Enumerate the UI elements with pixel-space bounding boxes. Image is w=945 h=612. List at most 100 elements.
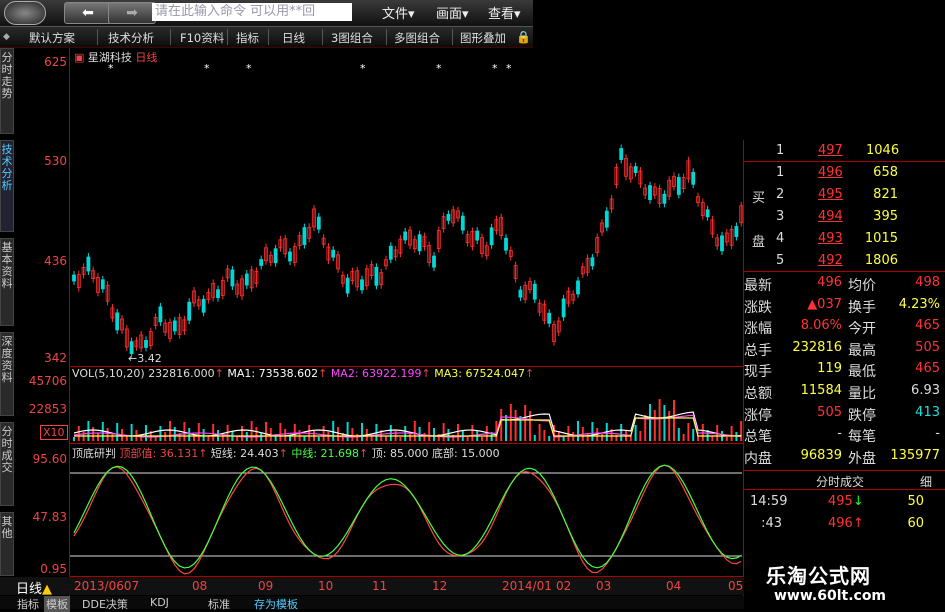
candle-body xyxy=(662,193,667,204)
volume-bar xyxy=(356,434,359,441)
menu-view[interactable]: 查看▾ xyxy=(488,3,521,22)
menu-screen[interactable]: 画面▾ xyxy=(436,3,469,22)
volume-bar xyxy=(481,437,483,441)
stat-label: 均价 xyxy=(848,278,876,294)
volume-bar xyxy=(212,424,215,441)
tb-daily[interactable]: 日线 xyxy=(282,30,305,46)
stat-value: 505 xyxy=(915,339,940,355)
back-button[interactable]: ⬅ xyxy=(64,2,112,24)
right-arrow-icon: ➡ xyxy=(126,5,138,21)
tab-other[interactable]: 其他 xyxy=(0,512,14,576)
volume-bar xyxy=(629,436,632,441)
candle-body xyxy=(302,227,307,246)
event-marker-icon[interactable]: * xyxy=(204,62,210,75)
trade-vol: 50 xyxy=(907,494,924,509)
volume-bar xyxy=(97,433,99,441)
tb-indicator[interactable]: 指标 xyxy=(236,30,259,46)
volume-bar xyxy=(505,415,507,441)
event-marker-icon[interactable]: * xyxy=(246,62,252,75)
volume-bar xyxy=(639,431,642,441)
forward-button[interactable]: ➡ xyxy=(108,2,156,24)
buy-price: 492 xyxy=(818,253,843,268)
kline-chart[interactable]: * * * * * * * xyxy=(70,48,745,596)
tb-default-scheme[interactable]: 默认方案 xyxy=(29,30,75,46)
volume-bar xyxy=(77,426,80,441)
app-logo-icon[interactable] xyxy=(4,1,46,25)
candle-body xyxy=(172,320,177,332)
candle-body xyxy=(648,185,652,200)
stat-label: 每笔 xyxy=(848,429,876,446)
volume-bar xyxy=(284,429,287,441)
volume-bar xyxy=(442,423,445,441)
stat-value: 232816 xyxy=(792,339,842,355)
stat-value: 11584 xyxy=(800,383,842,398)
stat-label: 换手 xyxy=(848,299,876,316)
collapse-icon[interactable]: ◆ xyxy=(3,32,10,42)
stat-label: 最高 xyxy=(848,342,876,359)
volume-bar xyxy=(145,425,147,441)
tb-f10[interactable]: F10资料 xyxy=(180,30,224,46)
event-marker-icon[interactable]: * xyxy=(492,62,498,75)
buy-vol: 395 xyxy=(873,209,898,224)
volume-bar xyxy=(673,400,675,441)
trade-time: :43 xyxy=(761,516,782,531)
volume-bar xyxy=(634,425,637,441)
command-input[interactable]: 请在此输入命令 可以用**回 xyxy=(152,3,352,21)
menu-file[interactable]: 文件▾ xyxy=(382,3,415,22)
buy-vol: 658 xyxy=(873,165,898,180)
btab-save-template[interactable]: 存为模板 xyxy=(254,596,298,612)
candle-body xyxy=(417,234,422,252)
candle-body xyxy=(259,259,264,266)
candle-body xyxy=(547,312,552,324)
candle-body xyxy=(705,209,710,218)
event-marker-icon[interactable]: * xyxy=(436,62,442,75)
volume-bar xyxy=(92,427,95,441)
period-label[interactable]: 日线▲ xyxy=(16,578,52,597)
tb-3chart[interactable]: 3图组合 xyxy=(331,30,373,46)
btab-dde[interactable]: DDE决策 xyxy=(82,596,128,612)
x-date-label: 03 xyxy=(596,579,612,593)
volume-bar xyxy=(514,410,517,441)
candle-body xyxy=(244,273,249,286)
function-toolbar: ◆ 默认方案 技术分析 F10资料 指标 日线 3图组合 多图组合 图形叠加 🔒 xyxy=(0,27,533,48)
volume-bar xyxy=(471,425,474,441)
x-date-label: 09 xyxy=(258,579,274,593)
volume-bar xyxy=(725,437,728,441)
tab-trades[interactable]: 分时成交 xyxy=(0,422,14,506)
volume-bar xyxy=(241,426,243,441)
btab-indicator[interactable]: 指标 xyxy=(17,596,39,612)
btab-kdj[interactable]: KDJ xyxy=(150,596,169,609)
stat-label: 最新 xyxy=(744,278,772,294)
watermark-banner: 乐淘公式网 www.60lt.com xyxy=(750,556,945,609)
volume-bar xyxy=(303,436,306,441)
volume-bar xyxy=(682,434,685,441)
volume-bar xyxy=(332,421,335,441)
tb-multichart[interactable]: 多图组合 xyxy=(394,30,440,46)
lock-icon[interactable]: 🔒 xyxy=(516,30,531,44)
volume-bar xyxy=(466,436,469,441)
volume-bar xyxy=(658,399,661,441)
stat-value: 4.23% xyxy=(898,296,940,312)
tab-basic-info[interactable]: 基本资料 xyxy=(0,238,14,326)
tab-tech-analysis[interactable]: 技术分析 xyxy=(0,140,14,232)
buy-vol: 821 xyxy=(873,187,898,202)
event-marker-icon[interactable]: * xyxy=(108,62,114,75)
buy-price: 493 xyxy=(818,231,843,246)
tb-overlay[interactable]: 图形叠加 xyxy=(460,30,506,46)
buy-level: 4 xyxy=(776,231,785,246)
event-marker-icon[interactable]: * xyxy=(360,62,366,75)
sell1-level: 1 xyxy=(776,143,785,158)
candle-body xyxy=(590,257,595,267)
volume-bar xyxy=(730,426,733,441)
trades-detail-tab[interactable]: 细 xyxy=(920,473,932,490)
candle-body xyxy=(619,148,624,160)
tab-intraday[interactable]: 分时走势 xyxy=(0,48,14,134)
stat-value: 505 xyxy=(817,404,842,420)
candle-body xyxy=(532,283,537,300)
btab-template[interactable]: 模板 xyxy=(44,596,70,612)
stat-label: 量比 xyxy=(848,386,876,402)
btab-standard[interactable]: 标准 xyxy=(208,596,230,612)
tb-tech-analysis[interactable]: 技术分析 xyxy=(108,30,154,46)
event-marker-icon[interactable]: * xyxy=(506,62,512,75)
tab-depth-info[interactable]: 深度资料 xyxy=(0,332,14,416)
